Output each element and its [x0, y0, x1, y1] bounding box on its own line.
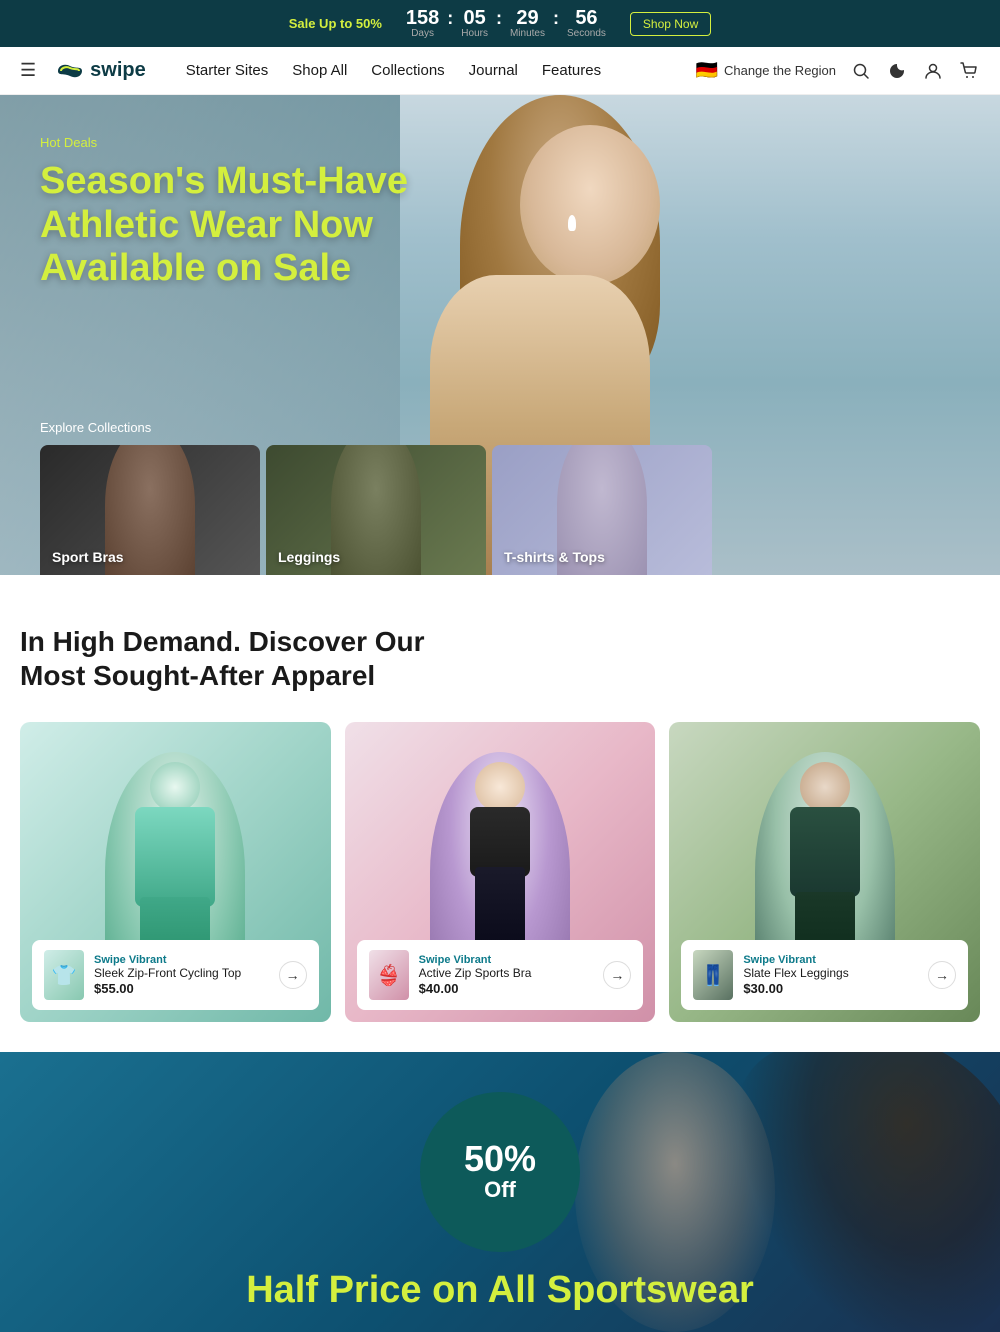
- nav-journal[interactable]: Journal: [469, 62, 518, 79]
- demand-title: In High Demand. Discover Our Most Sought…: [20, 625, 440, 692]
- nav-right: 🇩🇪 Change the Region: [696, 60, 980, 82]
- hero-section: Hot Deals Season's Must-Have Athletic We…: [0, 95, 1000, 575]
- region-label: Change the Region: [724, 63, 836, 78]
- sale-title: Half Price on All Sportswear: [0, 1270, 1000, 1312]
- navbar: ☰ swipe Starter Sites Shop All Collectio…: [0, 47, 1000, 95]
- countdown-hours: 05 Hours: [461, 8, 488, 39]
- explore-collections: Explore Collections Sport Bras Leggings: [0, 420, 1000, 575]
- site-logo[interactable]: swipe: [56, 59, 146, 82]
- collection-card-leggings[interactable]: Leggings: [266, 445, 486, 575]
- countdown-seconds: 56 Seconds: [567, 8, 606, 39]
- sport-bras-label: Sport Bras: [52, 549, 124, 565]
- leggings-label: Leggings: [278, 549, 340, 565]
- product-price-2: $40.00: [419, 981, 594, 996]
- hours-label: Hours: [461, 28, 488, 39]
- account-icon[interactable]: [922, 60, 944, 82]
- product-info-card-3: 👖 Swipe Vibrant Slate Flex Leggings $30.…: [681, 940, 968, 1010]
- sep3: :: [553, 8, 559, 29]
- sale-section: 50% Off Half Price on All Sportswear: [0, 1052, 1000, 1332]
- product-info-card-2: 👙 Swipe Vibrant Active Zip Sports Bra $4…: [357, 940, 644, 1010]
- logo-icon: [56, 61, 84, 81]
- product-text-1: Swipe Vibrant Sleek Zip-Front Cycling To…: [94, 954, 269, 997]
- top-banner: Sale Up to 50% 158 Days : 05 Hours : 29 …: [0, 0, 1000, 47]
- product-card-1[interactable]: 👕 Swipe Vibrant Sleek Zip-Front Cycling …: [20, 722, 331, 1022]
- minutes-value: 29: [516, 8, 538, 28]
- product-thumb-3: 👖: [693, 950, 733, 1000]
- product-card-3[interactable]: 👖 Swipe Vibrant Slate Flex Leggings $30.…: [669, 722, 980, 1022]
- nav-shop-all[interactable]: Shop All: [292, 62, 347, 79]
- product-name-2: Active Zip Sports Bra: [419, 966, 594, 982]
- cart-icon[interactable]: [958, 60, 980, 82]
- hero-tag: Hot Deals: [40, 135, 420, 150]
- sale-off: Off: [484, 1177, 516, 1203]
- minutes-label: Minutes: [510, 28, 545, 39]
- product-brand-1: Swipe Vibrant: [94, 954, 269, 966]
- product-arrow-btn-3[interactable]: →: [928, 961, 956, 989]
- product-text-2: Swipe Vibrant Active Zip Sports Bra $40.…: [419, 954, 594, 997]
- product-thumb-1: 👕: [44, 950, 84, 1000]
- seconds-label: Seconds: [567, 28, 606, 39]
- product-arrow-btn-2[interactable]: →: [603, 961, 631, 989]
- nav-links: Starter Sites Shop All Collections Journ…: [186, 62, 676, 79]
- hours-value: 05: [464, 8, 486, 28]
- sale-percentage: 50%: [464, 1141, 536, 1177]
- days-label: Days: [411, 28, 434, 39]
- flag-icon: 🇩🇪: [696, 60, 718, 81]
- product-price-3: $30.00: [743, 981, 918, 996]
- theme-toggle-icon[interactable]: [886, 60, 908, 82]
- product-brand-3: Swipe Vibrant: [743, 954, 918, 966]
- shop-now-button[interactable]: Shop Now: [630, 12, 711, 36]
- hero-content: Hot Deals Season's Must-Have Athletic We…: [40, 135, 420, 291]
- product-arrow-btn-1[interactable]: →: [279, 961, 307, 989]
- sale-circle: 50% Off: [420, 1092, 580, 1252]
- product-grid: 👕 Swipe Vibrant Sleek Zip-Front Cycling …: [20, 722, 980, 1022]
- sep1: :: [447, 8, 453, 29]
- countdown: 158 Days : 05 Hours : 29 Minutes : 56 Se…: [406, 8, 606, 39]
- nav-starter-sites[interactable]: Starter Sites: [186, 62, 269, 79]
- days-value: 158: [406, 8, 439, 28]
- seconds-value: 56: [575, 8, 597, 28]
- product-brand-2: Swipe Vibrant: [419, 954, 594, 966]
- explore-label: Explore Collections: [40, 420, 960, 435]
- product-name-3: Slate Flex Leggings: [743, 966, 918, 982]
- hamburger-icon[interactable]: ☰: [20, 60, 36, 81]
- sep2: :: [496, 8, 502, 29]
- product-card-2[interactable]: 👙 Swipe Vibrant Active Zip Sports Bra $4…: [345, 722, 656, 1022]
- product-thumb-2: 👙: [369, 950, 409, 1000]
- product-info-card-1: 👕 Swipe Vibrant Sleek Zip-Front Cycling …: [32, 940, 319, 1010]
- sale-text: Sale Up to 50%: [289, 16, 382, 31]
- collection-cards: Sport Bras Leggings T-shirts & Tops: [40, 445, 960, 575]
- countdown-days: 158 Days: [406, 8, 439, 39]
- demand-section: In High Demand. Discover Our Most Sought…: [0, 575, 1000, 1052]
- nav-collections[interactable]: Collections: [371, 62, 444, 79]
- tshirts-label: T-shirts & Tops: [504, 549, 605, 565]
- nav-features[interactable]: Features: [542, 62, 601, 79]
- region-selector[interactable]: 🇩🇪 Change the Region: [696, 60, 836, 81]
- hero-title: Season's Must-Have Athletic Wear Now Ava…: [40, 160, 420, 291]
- collection-card-tshirts[interactable]: T-shirts & Tops: [492, 445, 712, 575]
- search-icon[interactable]: [850, 60, 872, 82]
- logo-text: swipe: [90, 59, 146, 82]
- product-text-3: Swipe Vibrant Slate Flex Leggings $30.00: [743, 954, 918, 997]
- countdown-minutes: 29 Minutes: [510, 8, 545, 39]
- product-name-1: Sleek Zip-Front Cycling Top: [94, 966, 269, 982]
- collection-card-sport-bras[interactable]: Sport Bras: [40, 445, 260, 575]
- product-price-1: $55.00: [94, 981, 269, 996]
